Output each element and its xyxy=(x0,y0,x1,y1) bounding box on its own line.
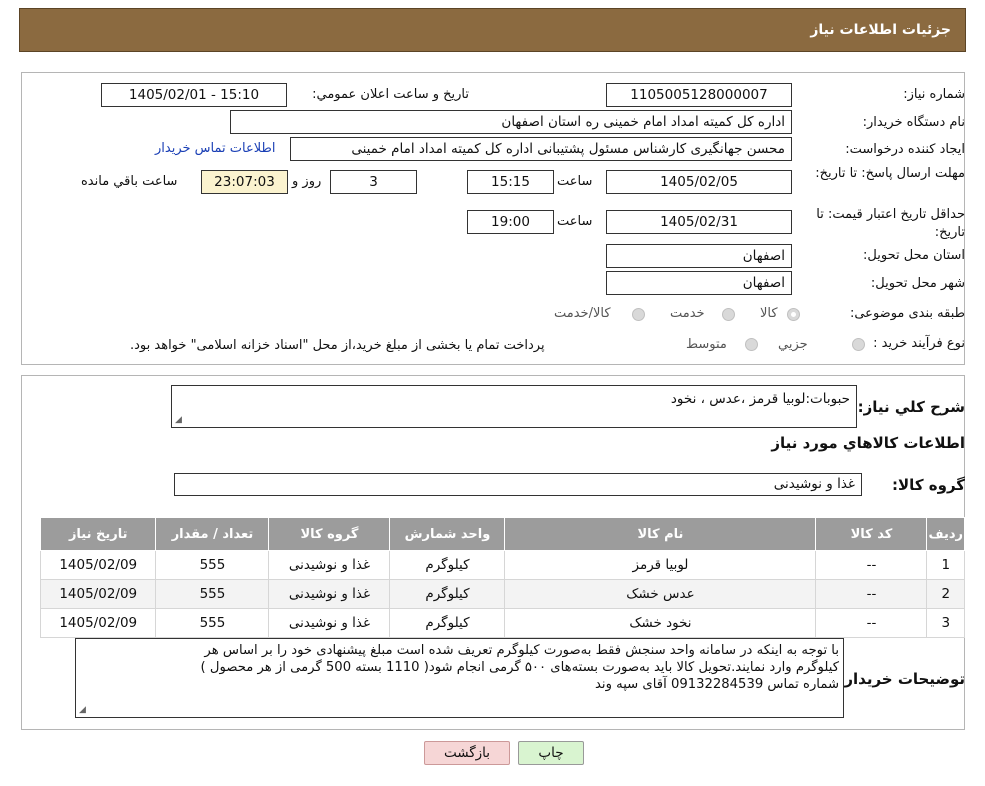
creator-label: ایجاد کننده درخواست: xyxy=(845,142,965,157)
buyer-contact-link[interactable]: اطلاعات تماس خریدار xyxy=(155,141,275,156)
announce-label: تاریخ و ساعت اعلان عمومي: xyxy=(312,87,469,102)
cell-group: غذا و نوشیدنی xyxy=(268,608,391,638)
cell-quantity: 555 xyxy=(155,608,270,638)
col-item-name: نام کالا xyxy=(504,517,817,551)
cell-need-date: 1405/02/09 xyxy=(39,579,157,609)
goods-table: ردیف کد کالا نام کالا واحد شمارش گروه کا… xyxy=(39,517,965,638)
col-item-code: کد کالا xyxy=(815,517,928,551)
deadline-label: مهلت ارسال پاسخ: تا تاریخ: xyxy=(815,166,965,181)
announce-datetime-field: 1405/02/01 - 15:10 xyxy=(101,83,287,107)
notes-text: با توجه به اینکه در سامانه واحد سنجش فقط… xyxy=(79,642,839,693)
remaining-time-field: 23:07:03 xyxy=(201,170,288,194)
cell-row-number: 1 xyxy=(926,550,965,580)
notes-line-3: شماره تماس 09132284539 آقای سپه وند xyxy=(594,677,839,692)
goods-group-label: گروه کالا: xyxy=(892,476,965,494)
summary-text: حبوبات:لوبیا قرمز ،عدس ، نخود xyxy=(670,391,850,407)
cell-unit: کیلوگرم xyxy=(389,608,506,638)
cell-unit: کیلوگرم xyxy=(389,579,506,609)
process-label: نوع فرآیند خرید : xyxy=(873,336,965,351)
goods-table-header: ردیف کد کالا نام کالا واحد شمارش گروه کا… xyxy=(39,517,965,551)
cell-item-name: نخود خشک xyxy=(504,608,817,638)
cell-item-code: -- xyxy=(815,579,928,609)
validity-time-label: ساعت xyxy=(557,214,593,229)
city-field: اصفهان xyxy=(606,271,792,295)
col-row-number: ردیف xyxy=(926,517,965,551)
resize-handle-icon[interactable]: ◢ xyxy=(79,705,86,715)
cell-item-name: عدس خشک xyxy=(504,579,817,609)
table-row: 3 -- نخود خشک کیلوگرم غذا و نوشیدنی 555 … xyxy=(39,608,965,638)
notes-line-1: با توجه به اینکه در سامانه واحد سنجش فقط… xyxy=(204,643,839,658)
category-radio-service[interactable] xyxy=(722,308,735,321)
process-option-minor: جزیي xyxy=(778,337,808,352)
notes-label: توضیحات خریدار: xyxy=(838,670,965,688)
goods-section-title: اطلاعات کالاهاي مورد نیاز xyxy=(771,434,965,452)
buyer-field: اداره کل کمیته امداد امام خمینی ره استان… xyxy=(230,110,792,134)
print-button[interactable]: چاپ xyxy=(518,741,584,765)
cell-unit: کیلوگرم xyxy=(389,550,506,580)
summary-label: شرح کلي نیاز: xyxy=(857,398,965,416)
cell-quantity: 555 xyxy=(155,550,270,580)
validity-time-field: 19:00 xyxy=(467,210,554,234)
deadline-time-label: ساعت xyxy=(557,174,593,189)
validity-date-field: 1405/02/31 xyxy=(606,210,792,234)
need-number-label: شماره نیاز: xyxy=(903,87,965,102)
col-group: گروه کالا xyxy=(268,517,391,551)
cell-row-number: 3 xyxy=(926,608,965,638)
cell-group: غذا و نوشیدنی xyxy=(268,550,391,580)
process-radio-minor[interactable] xyxy=(852,338,865,351)
cell-item-name: لوبیا قرمز xyxy=(504,550,817,580)
col-quantity: تعداد / مقدار xyxy=(155,517,270,551)
cell-item-code: -- xyxy=(815,608,928,638)
city-label: شهر محل تحویل: xyxy=(870,276,965,291)
category-radio-goods-service[interactable] xyxy=(632,308,645,321)
category-option-service: خدمت xyxy=(670,306,705,321)
process-radio-medium[interactable] xyxy=(745,338,758,351)
process-note: پرداخت تمام یا بخشی از مبلغ خرید،از محل … xyxy=(130,338,545,353)
days-label: روز و xyxy=(292,174,322,189)
summary-textarea[interactable]: حبوبات:لوبیا قرمز ،عدس ، نخود ◢ xyxy=(171,385,857,428)
category-radio-goods[interactable] xyxy=(787,308,800,321)
province-label: استان محل تحویل: xyxy=(863,248,965,263)
validity-label: حداقل تاریخ اعتبار قیمت: تا تاریخ: xyxy=(816,207,965,240)
days-field: 3 xyxy=(330,170,417,194)
creator-field: محسن جهانگیری کارشناس مسئول پشتیبانی ادا… xyxy=(290,137,792,161)
deadline-date-field: 1405/02/05 xyxy=(606,170,792,194)
notes-line-2: کیلوگرم وارد نمایند.تحویل کالا باید به‌ص… xyxy=(200,660,839,675)
notes-textarea[interactable]: با توجه به اینکه در سامانه واحد سنجش فقط… xyxy=(75,638,844,718)
province-field: اصفهان xyxy=(606,244,792,268)
table-row: 2 -- عدس خشک کیلوگرم غذا و نوشیدنی 555 1… xyxy=(39,579,965,609)
cell-quantity: 555 xyxy=(155,579,270,609)
category-option-goods: کالا xyxy=(760,306,778,321)
cell-need-date: 1405/02/09 xyxy=(39,550,157,580)
category-label: طبقه بندی موضوعی: xyxy=(849,306,965,321)
category-option-goods-service: کالا/خدمت xyxy=(554,306,611,321)
resize-handle-icon[interactable]: ◢ xyxy=(175,415,182,425)
col-need-date: تاریخ نیاز xyxy=(39,517,157,551)
need-number-field: 1105005128000007 xyxy=(606,83,792,107)
process-option-medium: متوسط xyxy=(686,337,727,352)
back-button[interactable]: بازگشت xyxy=(424,741,510,765)
page-title: جزئیات اطلاعات نیاز xyxy=(810,22,951,38)
cell-item-code: -- xyxy=(815,550,928,580)
cell-row-number: 2 xyxy=(926,579,965,609)
remaining-label: ساعت باقي مانده xyxy=(81,174,178,189)
goods-group-field: غذا و نوشیدنی xyxy=(174,473,862,496)
table-row: 1 -- لوبیا قرمز کیلوگرم غذا و نوشیدنی 55… xyxy=(39,550,965,580)
deadline-time-field: 15:15 xyxy=(467,170,554,194)
cell-need-date: 1405/02/09 xyxy=(39,608,157,638)
page-header: جزئیات اطلاعات نیاز xyxy=(19,8,966,52)
col-unit: واحد شمارش xyxy=(389,517,506,551)
cell-group: غذا و نوشیدنی xyxy=(268,579,391,609)
buyer-label: نام دستگاه خریدار: xyxy=(862,115,965,130)
